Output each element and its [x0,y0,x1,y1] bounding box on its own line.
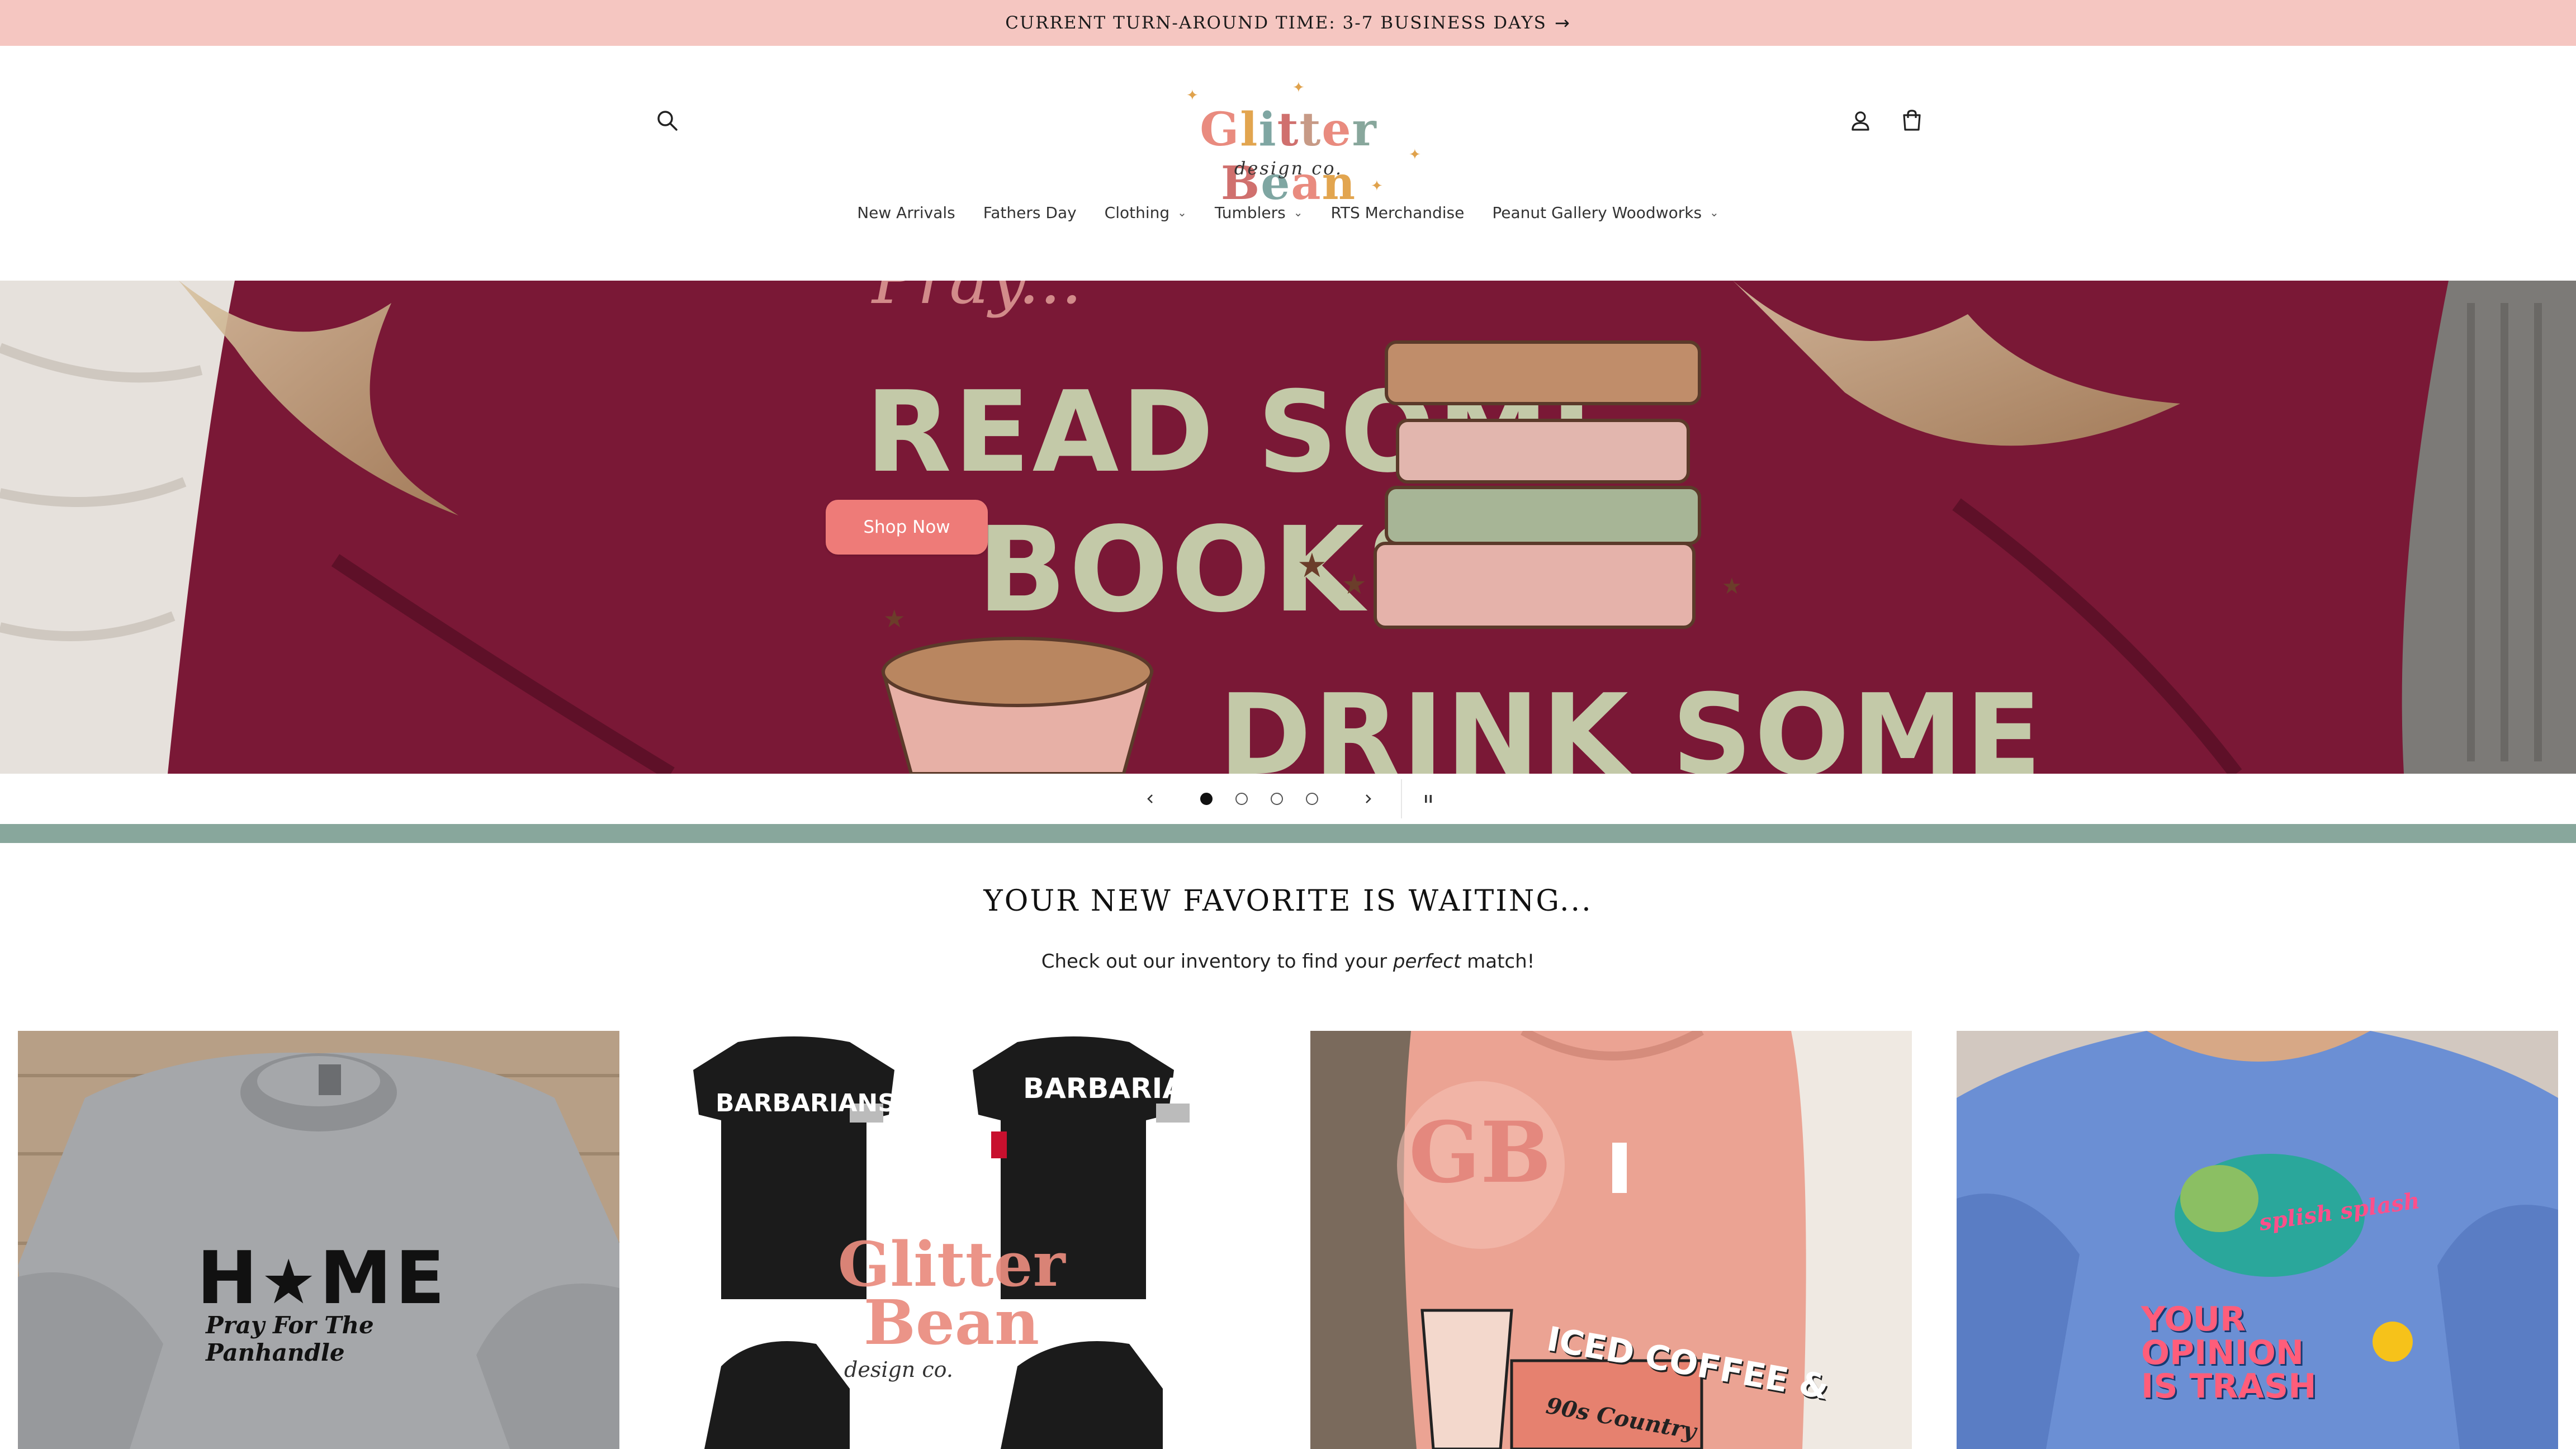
svg-text:★: ★ [883,605,905,633]
badge-gb: GB [1409,1104,1551,1202]
svg-text:★: ★ [1297,546,1327,585]
slide-dot-1[interactable] [1200,793,1213,805]
print-line-3: DRINK SOME [1219,670,2044,774]
chevron-down-icon: ⌄ [1710,206,1719,219]
cart-button[interactable] [1895,104,1929,138]
print-barbarians-2: BARBARIANS [1023,1072,1228,1105]
watermark-tagline: design co. [844,1357,953,1382]
hero-image: READ SOME BOOKS DRINK SOME Pray... ★ ★ ★… [0,281,2576,774]
previous-slide-button[interactable] [1137,785,1164,813]
subtitle-emphasis: perfect [1393,950,1461,973]
sparkle-icon: ✦ [1186,87,1199,104]
search-icon [657,111,678,131]
logo-letter: i [1258,103,1277,157]
watermark-logo: Glitter Bean [837,1228,1066,1358]
pause-icon [1425,795,1432,803]
nav-item-rts-merchandise[interactable]: RTS Merchandise [1330,203,1464,222]
product-card-opinion-sweatshirt[interactable]: splish splash YOUR OPINION IS TRASH [1957,1031,2558,1449]
hero-slideshow: READ SOME BOOKS DRINK SOME Pray... ★ ★ ★… [0,281,2576,774]
svg-text:Pray...: Pray... [871,281,1082,319]
product-card-home-sweatshirt[interactable]: H★ME Pray For The Panhandle [18,1031,619,1449]
slideshow-controls [0,774,2576,824]
announcement-text: CURRENT TURN-AROUND TIME: 3-7 BUSINESS D… [1005,13,1547,33]
slide-dot-2[interactable] [1235,793,1248,805]
logo-letter: e [1322,103,1352,157]
print-word-opinion: OPINION [2141,1333,2304,1372]
print-h: H [197,1235,261,1320]
site-logo[interactable]: ✦ ✦ ✦ ✦ Glitter Bean design co. [1152,79,1426,210]
controls-divider [1401,779,1402,818]
divider-band [0,824,2576,843]
pause-slideshow-button[interactable] [1414,785,1442,813]
logo-letter: r [1352,103,1377,157]
texas-icon: ★ [261,1246,320,1318]
nav-item-label: Fathers Day [983,203,1077,222]
nav-item-label: Tumblers [1214,203,1286,222]
chevron-down-icon: ⌄ [1177,206,1187,219]
nav-item-clothing[interactable]: Clothing ⌄ [1105,203,1187,222]
shop-now-button[interactable]: Shop Now [826,500,988,555]
logo-letter: t [1277,103,1300,157]
svg-text:★: ★ [1722,574,1742,599]
chevron-down-icon: ⌄ [1293,206,1303,219]
sparkle-icon: ✦ [1292,79,1305,96]
subtitle-text-end: match! [1461,950,1535,973]
announcement-bar[interactable]: CURRENT TURN-AROUND TIME: 3-7 BUSINESS D… [0,0,2576,46]
site-header: ✦ ✦ ✦ ✦ Glitter Bean design co. New Arri… [0,46,2576,281]
main-navigation: New Arrivals Fathers Day Clothing ⌄ Tumb… [0,196,2576,229]
account-button[interactable] [1844,104,1877,138]
print-subtitle: Pray For The Panhandle [206,1311,374,1366]
nav-item-new-arrivals[interactable]: New Arrivals [857,203,955,222]
nav-item-label: Peanut Gallery Woodworks [1492,203,1702,222]
next-slide-button[interactable] [1354,785,1382,813]
chevron-left-icon [1147,794,1153,803]
slide-dot-3[interactable] [1271,793,1283,805]
slide-dot-4[interactable] [1306,793,1318,805]
product-grid: H★ME Pray For The Panhandle BARBARIANS B… [0,1031,2576,1449]
subtitle-text: Check out our inventory to find your [1041,950,1393,973]
account-icon [1852,111,1869,131]
nav-item-fathers-day[interactable]: Fathers Day [983,203,1077,222]
print-word-is-trash: IS TRASH [2141,1367,2317,1406]
logo-letter: l [1240,103,1259,157]
print-barbarians-1: BARBARIANS [716,1089,896,1117]
logo-letter: t [1299,103,1322,157]
product-card-iced-coffee-tee[interactable]: GB ICED COFFEE & 90s Country [1310,1031,1912,1449]
nav-item-label: New Arrivals [857,203,955,222]
logo-letter: G [1200,103,1240,157]
nav-item-label: RTS Merchandise [1330,203,1465,222]
arrow-right-icon: → [1554,12,1571,34]
nav-item-peanut-gallery-woodworks[interactable]: Peanut Gallery Woodworks ⌄ [1492,203,1718,222]
nav-item-label: Clothing [1104,203,1170,222]
product-card-barbarians-tees[interactable]: BARBARIANS BARBARIANS Glitter Bean desig… [671,1031,1272,1449]
logo-text: Glitter Bean [1152,103,1426,210]
print-word-your: YOUR [2141,1300,2246,1339]
logo-tagline: design co. [1234,158,1343,179]
collection-title: YOUR NEW FAVORITE IS WAITING... [983,884,1593,918]
search-button[interactable] [651,104,684,138]
print-your-opinion: YOUR OPINION IS TRASH [2141,1303,2316,1403]
cart-icon [1903,110,1921,131]
print-home: H★ME [197,1235,476,1320]
chevron-right-icon [1366,794,1371,803]
print-me: ME [319,1235,448,1320]
collection-subtitle: Check out our inventory to find your per… [0,950,2576,973]
svg-text:★: ★ [1342,568,1367,600]
nav-item-tumblers[interactable]: Tumblers ⌄ [1215,203,1303,222]
